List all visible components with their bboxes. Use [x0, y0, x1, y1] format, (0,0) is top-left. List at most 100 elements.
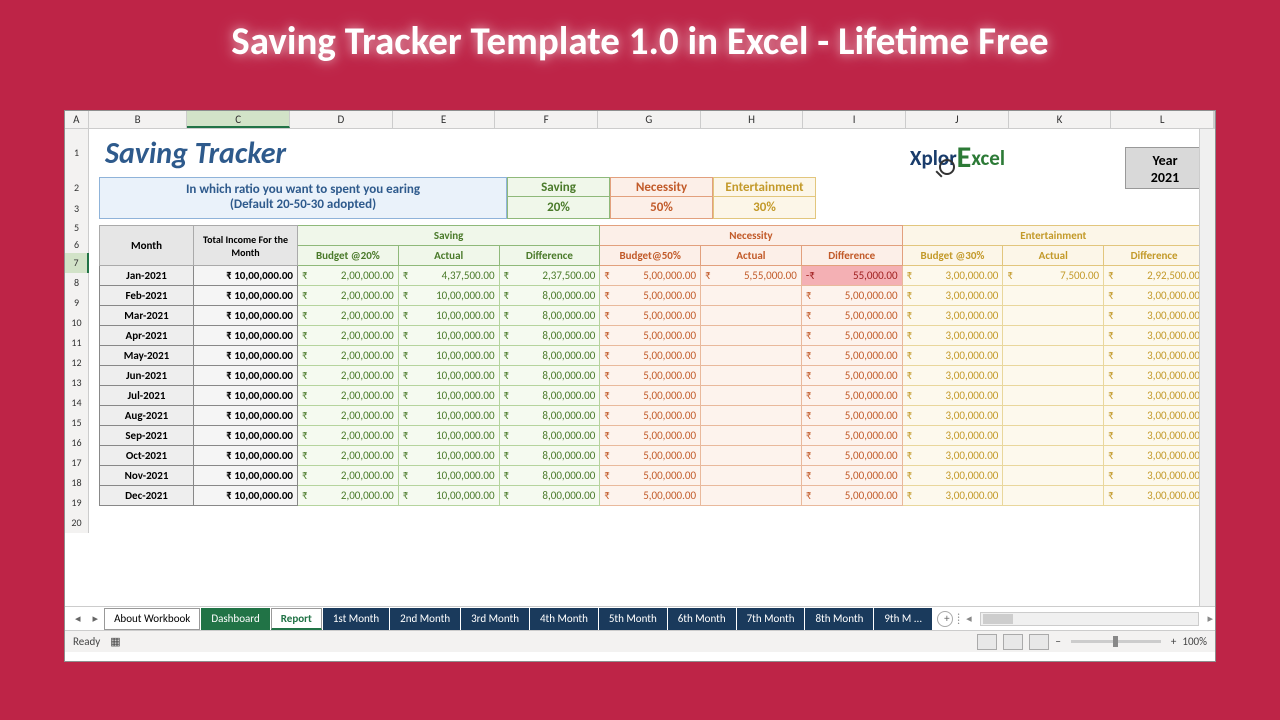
col-header-J[interactable]: J: [906, 111, 1009, 128]
table-row[interactable]: May-2021₹ 10,00,000.00₹2,00,000.00₹10,00…: [100, 346, 1205, 366]
cell[interactable]: ₹5,00,000.00: [600, 426, 701, 446]
cell[interactable]: ₹2,00,000.00: [298, 286, 399, 306]
cell[interactable]: ₹3,00,000.00: [1104, 386, 1205, 406]
cell[interactable]: [1003, 466, 1104, 486]
cell[interactable]: ₹10,00,000.00: [398, 426, 499, 446]
cell[interactable]: ₹3,00,000.00: [902, 466, 1003, 486]
cell[interactable]: ₹2,00,000.00: [298, 366, 399, 386]
row-header-9[interactable]: 9: [65, 293, 89, 313]
cell[interactable]: ₹5,55,000.00: [701, 266, 802, 286]
zoom-out-button[interactable]: −: [1055, 635, 1060, 648]
cell[interactable]: ₹8,00,000.00: [499, 346, 600, 366]
zoom-level[interactable]: 100%: [1182, 635, 1207, 648]
cell[interactable]: ₹5,00,000.00: [801, 406, 902, 426]
cell[interactable]: ₹3,00,000.00: [1104, 406, 1205, 426]
sheet-tab[interactable]: Dashboard: [201, 608, 269, 630]
tabs-prev-icon[interactable]: ◂: [69, 612, 87, 625]
col-header-K[interactable]: K: [1009, 111, 1112, 128]
cell[interactable]: ₹3,00,000.00: [902, 266, 1003, 286]
cell[interactable]: [701, 366, 802, 386]
sheet-tab[interactable]: 8th Month: [805, 608, 873, 630]
cell[interactable]: [701, 466, 802, 486]
cell[interactable]: [701, 306, 802, 326]
row-header-20[interactable]: 20: [65, 513, 89, 533]
cell-income[interactable]: ₹ 10,00,000.00: [194, 386, 298, 406]
cell[interactable]: ₹5,00,000.00: [801, 426, 902, 446]
sheet-tab[interactable]: 7th Month: [737, 608, 805, 630]
cell[interactable]: [1003, 486, 1104, 506]
table-row[interactable]: Feb-2021₹ 10,00,000.00₹2,00,000.00₹10,00…: [100, 286, 1205, 306]
cell[interactable]: [701, 346, 802, 366]
cell[interactable]: ₹2,00,000.00: [298, 406, 399, 426]
cell[interactable]: ₹8,00,000.00: [499, 286, 600, 306]
column-headers[interactable]: ABCDEFGHIJKL: [65, 111, 1215, 129]
row-header-13[interactable]: 13: [65, 373, 89, 393]
cell[interactable]: [701, 286, 802, 306]
cell[interactable]: ₹2,00,000.00: [298, 266, 399, 286]
cell[interactable]: [701, 386, 802, 406]
scroll-right-icon[interactable]: ▸: [1205, 612, 1215, 625]
col-header-C[interactable]: C: [187, 111, 290, 128]
cell[interactable]: ₹5,00,000.00: [600, 266, 701, 286]
table-row[interactable]: Oct-2021₹ 10,00,000.00₹2,00,000.00₹10,00…: [100, 446, 1205, 466]
cell-month[interactable]: Jun-2021: [100, 366, 194, 386]
sheet-tab[interactable]: 6th Month: [668, 608, 736, 630]
cell[interactable]: ₹3,00,000.00: [1104, 486, 1205, 506]
cell[interactable]: ₹4,37,500.00: [398, 266, 499, 286]
cell[interactable]: ₹5,00,000.00: [801, 326, 902, 346]
cell[interactable]: ₹5,00,000.00: [600, 286, 701, 306]
cell[interactable]: ₹3,00,000.00: [902, 486, 1003, 506]
table-row[interactable]: Jul-2021₹ 10,00,000.00₹2,00,000.00₹10,00…: [100, 386, 1205, 406]
cell[interactable]: ₹10,00,000.00: [398, 466, 499, 486]
cell-income[interactable]: ₹ 10,00,000.00: [194, 286, 298, 306]
cell[interactable]: ₹8,00,000.00: [499, 306, 600, 326]
cell[interactable]: [1003, 306, 1104, 326]
saving-pct[interactable]: Saving20%: [507, 177, 610, 219]
cell[interactable]: ₹5,00,000.00: [600, 446, 701, 466]
cell[interactable]: ₹8,00,000.00: [499, 386, 600, 406]
cell[interactable]: ₹3,00,000.00: [902, 426, 1003, 446]
cell-month[interactable]: Mar-2021: [100, 306, 194, 326]
cell-month[interactable]: Feb-2021: [100, 286, 194, 306]
cell[interactable]: ₹8,00,000.00: [499, 426, 600, 446]
cell-income[interactable]: ₹ 10,00,000.00: [194, 406, 298, 426]
cell[interactable]: ₹2,37,500.00: [499, 266, 600, 286]
table-body[interactable]: Jan-2021₹ 10,00,000.00₹2,00,000.00₹4,37,…: [100, 266, 1205, 506]
col-header-D[interactable]: D: [290, 111, 393, 128]
cell-month[interactable]: Sep-2021: [100, 426, 194, 446]
cell[interactable]: [701, 426, 802, 446]
cell[interactable]: ₹3,00,000.00: [1104, 366, 1205, 386]
entertainment-pct[interactable]: Entertainment30%: [713, 177, 816, 219]
cell-income[interactable]: ₹ 10,00,000.00: [194, 426, 298, 446]
cell[interactable]: ₹2,92,500.00: [1104, 266, 1205, 286]
cell-month[interactable]: Jan-2021: [100, 266, 194, 286]
cell-month[interactable]: Jul-2021: [100, 386, 194, 406]
zoom-slider[interactable]: [1071, 640, 1161, 643]
row-header-1[interactable]: 1: [65, 129, 89, 177]
cell[interactable]: [1003, 346, 1104, 366]
cell[interactable]: ₹5,00,000.00: [801, 366, 902, 386]
cell-month[interactable]: Dec-2021: [100, 486, 194, 506]
row-header-6[interactable]: 6: [65, 236, 89, 253]
cell-month[interactable]: Oct-2021: [100, 446, 194, 466]
cell[interactable]: ₹3,00,000.00: [1104, 446, 1205, 466]
cell[interactable]: ₹5,00,000.00: [600, 346, 701, 366]
view-pagebreak-button[interactable]: [1029, 634, 1049, 650]
col-header-G[interactable]: G: [598, 111, 701, 128]
cell[interactable]: [701, 446, 802, 466]
sheet-tab[interactable]: 1st Month: [323, 608, 389, 630]
cell[interactable]: ₹5,00,000.00: [600, 306, 701, 326]
cell[interactable]: ₹2,00,000.00: [298, 386, 399, 406]
cell-month[interactable]: Apr-2021: [100, 326, 194, 346]
col-header-B[interactable]: B: [89, 111, 188, 128]
sheet-tab[interactable]: Report: [271, 608, 322, 630]
cell[interactable]: [1003, 446, 1104, 466]
cell[interactable]: ₹2,00,000.00: [298, 426, 399, 446]
table-row[interactable]: Dec-2021₹ 10,00,000.00₹2,00,000.00₹10,00…: [100, 486, 1205, 506]
cell-month[interactable]: Aug-2021: [100, 406, 194, 426]
row-header-10[interactable]: 10: [65, 313, 89, 333]
row-header-17[interactable]: 17: [65, 453, 89, 473]
col-header-H[interactable]: H: [701, 111, 804, 128]
view-normal-button[interactable]: [977, 634, 997, 650]
sheet-tab[interactable]: About Workbook: [104, 608, 200, 630]
